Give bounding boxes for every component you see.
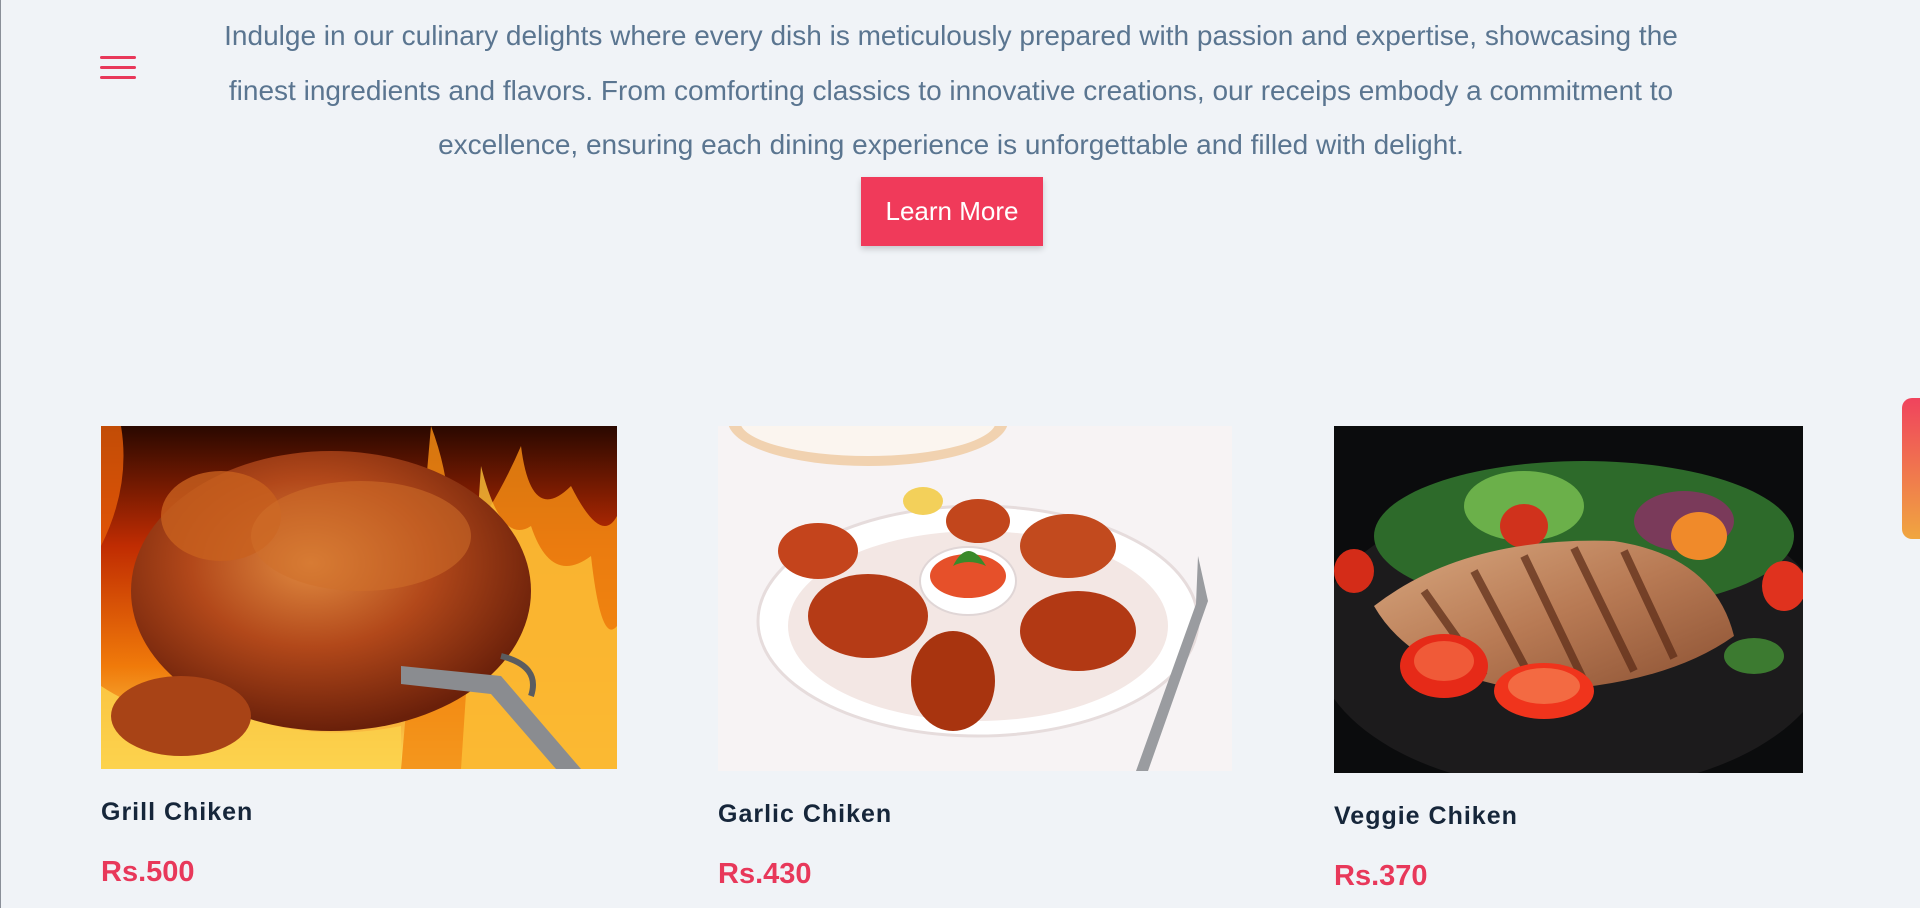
dish-title[interactable]: Grill Chiken xyxy=(101,798,253,827)
rotisserie-chicken-image xyxy=(101,426,617,769)
fried-chicken-plate-image xyxy=(718,426,1232,771)
dish-title[interactable]: Garlic Chiken xyxy=(718,800,892,829)
dish-title[interactable]: Veggie Chiken xyxy=(1334,802,1518,831)
dish-price: Rs.430 xyxy=(718,858,812,890)
dish-image-grill-chiken[interactable] xyxy=(101,426,617,769)
dish-image-veggie-chiken[interactable] xyxy=(1334,426,1803,773)
intro-paragraph: Indulge in our culinary delights where e… xyxy=(151,9,1751,173)
scrollbar-thumb[interactable] xyxy=(1902,398,1920,539)
grilled-chicken-salad-image xyxy=(1334,426,1803,773)
menu-bar-middle xyxy=(100,66,136,69)
dish-price: Rs.370 xyxy=(1334,860,1428,892)
dish-price: Rs.500 xyxy=(101,856,195,888)
menu-bar-bottom xyxy=(100,76,136,79)
learn-more-button[interactable]: Learn More xyxy=(861,177,1043,246)
page: Indulge in our culinary delights where e… xyxy=(0,0,1920,908)
intro-line-1: Indulge in our culinary delights where e… xyxy=(224,20,1678,51)
menu-bar-top xyxy=(100,56,136,59)
dish-image-garlic-chiken[interactable] xyxy=(718,426,1232,771)
intro-line-3: excellence, ensuring each dining experie… xyxy=(438,129,1464,160)
intro-line-2: finest ingredients and flavors. From com… xyxy=(228,74,1674,106)
hamburger-menu-icon[interactable] xyxy=(100,56,136,82)
